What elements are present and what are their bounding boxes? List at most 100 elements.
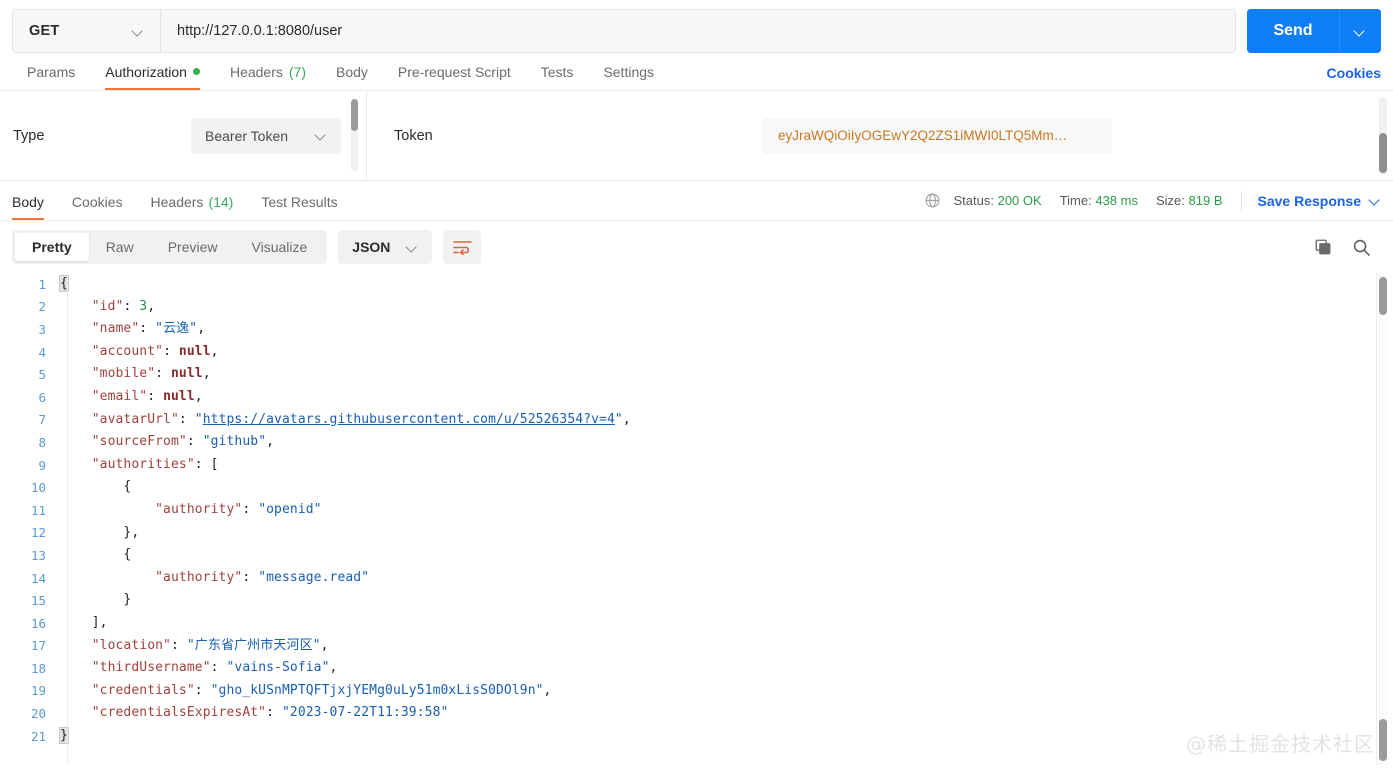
json-key: "authority": [155, 501, 243, 517]
json-scrollbar-thumb-horizontal[interactable]: [1379, 719, 1387, 761]
view-mode-preview[interactable]: Preview: [151, 233, 235, 261]
line-number: 13: [30, 547, 46, 563]
json-punct: :: [210, 660, 227, 676]
status-meta: Status: 200 OK: [954, 193, 1042, 208]
response-tab-headers[interactable]: Headers (14): [137, 181, 248, 220]
json-url-link[interactable]: https://avatars.githubusercontent.com/u/…: [203, 412, 615, 427]
json-string: "openid": [258, 501, 322, 517]
json-key: "account": [91, 343, 164, 359]
view-mode-visualize[interactable]: Visualize: [235, 233, 325, 261]
auth-type-section: Type Bearer Token: [0, 91, 366, 180]
json-line-content: "authority": "message.read": [60, 567, 1393, 590]
json-line-content: "credentialsExpiresAt": "2023-07-22T11:3…: [60, 702, 1393, 725]
json-line: 20 "credentialsExpiresAt": "2023-07-22T1…: [0, 702, 1393, 725]
line-number: 1: [38, 276, 46, 292]
auth-left-scrollbar[interactable]: [351, 99, 358, 171]
json-line: 4 "account": null,: [0, 341, 1393, 364]
scrollbar-thumb[interactable]: [1379, 133, 1387, 173]
chevron-down-icon: [316, 130, 327, 141]
json-punct: :: [242, 501, 259, 517]
json-punct: [: [210, 456, 219, 472]
response-body-json-viewer[interactable]: 1{2 "id": 3, 3 "name": "云逸", 4 "account": …: [0, 273, 1393, 765]
line-number: 3: [38, 321, 46, 337]
wrap-lines-button[interactable]: [443, 230, 482, 264]
line-number: 20: [30, 706, 46, 722]
json-line-content: "sourceFrom": "github",: [60, 431, 1393, 454]
json-line: 10 {: [0, 476, 1393, 499]
line-number: 7: [38, 412, 46, 428]
json-scrollbar-thumb-vertical[interactable]: [1379, 277, 1387, 315]
json-punct: {: [123, 479, 132, 495]
save-response-button[interactable]: Save Response: [1258, 193, 1382, 209]
response-tab-body[interactable]: Body: [12, 181, 58, 220]
line-number: 4: [38, 344, 46, 360]
json-line: 1{: [0, 273, 1393, 296]
view-mode-raw[interactable]: Raw: [89, 233, 151, 261]
tab-pre-request-script[interactable]: Pre-request Script: [383, 53, 526, 90]
line-number: 16: [30, 615, 46, 631]
copy-button[interactable]: [1314, 238, 1332, 256]
json-punct: :: [194, 456, 211, 472]
body-format-select[interactable]: JSON: [338, 230, 433, 264]
auth-panel-scrollbar[interactable]: [1379, 97, 1387, 175]
response-tab-cookies[interactable]: Cookies: [58, 181, 137, 220]
json-punct: :: [171, 637, 187, 653]
json-punct: :: [194, 682, 211, 698]
json-string: "云逸": [155, 321, 198, 337]
json-line-content: "credentials": "gho_kUSnMPTQFTjxjYEMg0uL…: [60, 680, 1393, 703]
response-tab-test-results[interactable]: Test Results: [247, 181, 351, 220]
tab-count: (14): [208, 194, 234, 210]
http-method-select[interactable]: GET: [13, 10, 161, 52]
json-line-content: ],: [60, 612, 1393, 635]
json-line: 13 {: [0, 544, 1393, 567]
json-string: "github": [202, 434, 267, 450]
gutter-divider: [67, 273, 68, 765]
json-punct: ,: [202, 366, 211, 382]
chevron-down-icon: [1370, 195, 1381, 206]
request-tabs: Params Authorization Headers (7) Body Pr…: [0, 53, 1393, 91]
tab-authorization[interactable]: Authorization: [90, 53, 215, 90]
tab-label: Cookies: [71, 194, 123, 210]
json-line: 14 "authority": "message.read": [0, 567, 1393, 590]
view-mode-pretty[interactable]: Pretty: [15, 233, 89, 261]
json-line: 16 ],: [0, 612, 1393, 635]
globe-icon: [925, 193, 939, 208]
request-url-input[interactable]: http://127.0.0.1:8080/user: [161, 10, 1235, 52]
json-line-content: "avatarUrl": "https://avatars.githubuser…: [60, 409, 1393, 432]
json-line-content: {: [59, 273, 1393, 296]
line-number: 2: [38, 299, 46, 315]
tab-headers[interactable]: Headers (7): [215, 53, 321, 90]
json-key: "avatarUrl": [91, 411, 179, 427]
tab-tests[interactable]: Tests: [526, 53, 589, 90]
view-mode-segmented-control: Pretty Raw Preview Visualize: [12, 230, 328, 264]
search-button[interactable]: [1352, 238, 1371, 257]
line-number: 5: [38, 367, 46, 383]
json-key: "thirdUsername": [91, 660, 211, 676]
tab-body[interactable]: Body: [321, 53, 383, 90]
json-line-content: {: [60, 544, 1393, 567]
auth-type-select[interactable]: Bearer Token: [191, 117, 341, 154]
json-line: 19 "credentials": "gho_kUSnMPTQFTjxjYEMg…: [0, 680, 1393, 703]
json-line: 6 "email": null,: [0, 386, 1393, 409]
tab-params[interactable]: Params: [12, 53, 90, 90]
json-punct: :: [155, 366, 171, 382]
auth-token-section: Token eyJraWQiOiIyOGEwY2Q2ZS1iMWI0LTQ5Mm…: [367, 91, 1393, 180]
send-options-button[interactable]: [1339, 9, 1381, 53]
json-line-content: "name": "云逸",: [60, 318, 1393, 341]
json-punct: ,: [622, 411, 631, 427]
send-group: Send: [1247, 9, 1381, 53]
json-key: "name": [91, 321, 140, 337]
tab-settings[interactable]: Settings: [588, 53, 669, 90]
scrollbar-thumb[interactable]: [351, 99, 358, 131]
json-punct: ,: [320, 637, 329, 653]
size-label: Size:: [1155, 193, 1185, 208]
cookies-link[interactable]: Cookies: [1327, 65, 1381, 90]
tab-label: Headers: [229, 63, 283, 80]
send-button[interactable]: Send: [1247, 9, 1339, 53]
response-body-toolbar: Pretty Raw Preview Visualize JSON: [0, 221, 1393, 273]
json-punct: :: [147, 388, 164, 404]
json-scrollbar-track[interactable]: [1379, 273, 1387, 765]
token-input[interactable]: eyJraWQiOiIyOGEwY2Q2ZS1iMWI0LTQ5Mm…: [762, 117, 1112, 154]
json-line-content: },: [60, 522, 1393, 545]
json-punct: ,: [197, 321, 206, 337]
